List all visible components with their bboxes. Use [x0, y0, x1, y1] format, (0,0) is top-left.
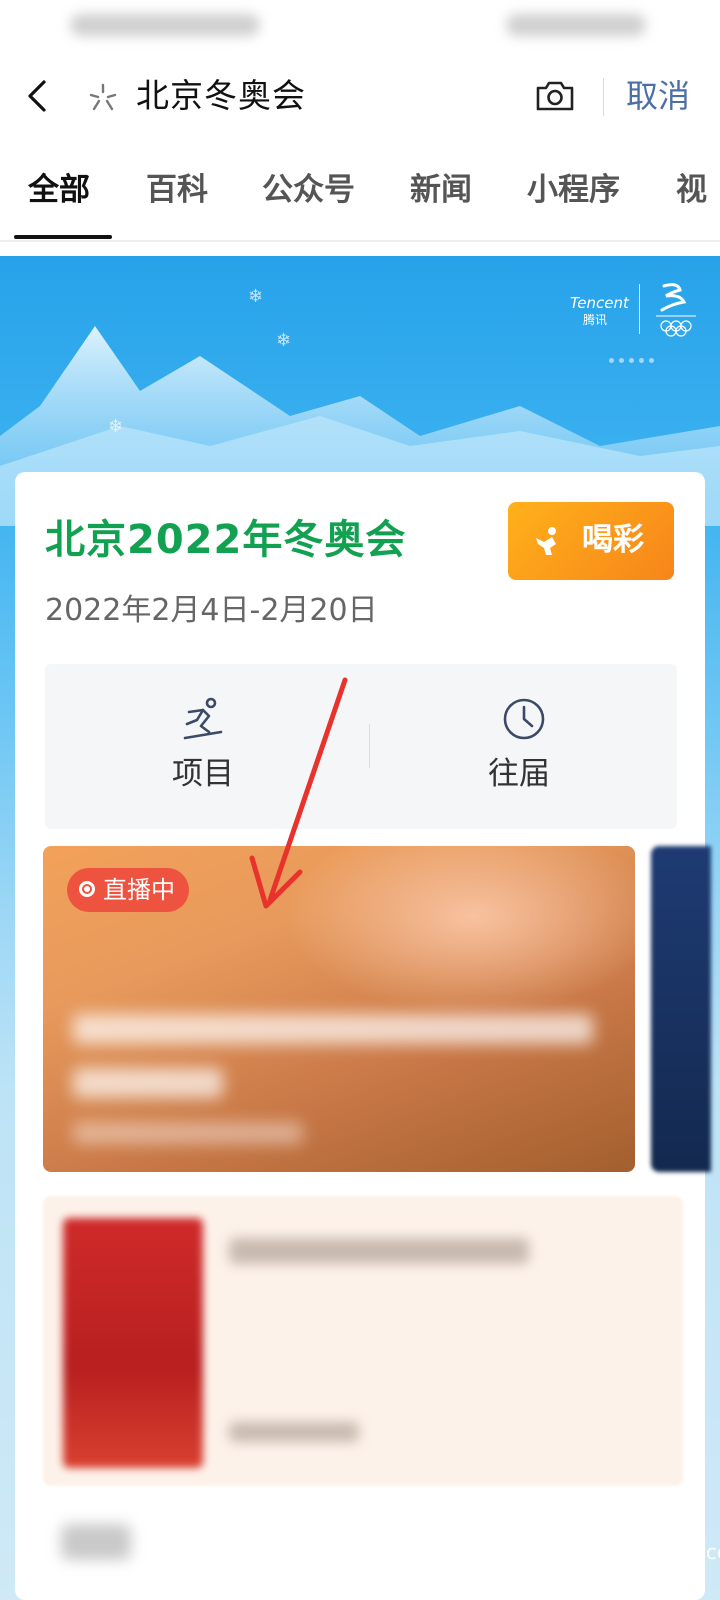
header-divider: [603, 78, 604, 116]
snowflake-decoration: ❄: [248, 286, 264, 307]
event-title: 北京2022年冬奥会: [45, 517, 407, 563]
banner-page-dots: [609, 348, 659, 367]
section-label-blurred: [61, 1524, 131, 1560]
live-badge: 直播中: [67, 868, 189, 912]
live-record-icon: [79, 881, 95, 897]
next-card-peek[interactable]: [651, 846, 711, 1172]
live-card-glow: [283, 846, 635, 1016]
quick-link-label: 项目: [172, 756, 234, 792]
search-tab-bar: 全部 百科 公众号 新闻 小程序 视: [0, 142, 720, 242]
active-tab-indicator: [14, 235, 112, 239]
status-right-info: [506, 14, 646, 36]
tab-official-accounts[interactable]: 公众号: [262, 168, 355, 212]
back-icon[interactable]: [20, 76, 56, 116]
snowflake-decoration: ❄: [276, 330, 292, 351]
camera-icon[interactable]: [534, 78, 576, 114]
skier-icon: [183, 697, 223, 740]
tencent-logo: Tencent: [570, 294, 629, 312]
quick-links: 项目 往届: [45, 664, 677, 829]
cheer-button[interactable]: 喝彩: [508, 502, 674, 580]
tab-divider: [0, 240, 720, 242]
baidu-watermark-text: 经验: [636, 1502, 689, 1532]
live-badge-label: 直播中: [103, 876, 175, 904]
quick-link-past-games[interactable]: 往届: [361, 664, 677, 829]
status-left-info: [70, 14, 260, 36]
live-card-title-blurred: [73, 1068, 223, 1098]
snowflake-decoration: ❄: [108, 416, 124, 437]
tencent-logo-cn: 腾讯: [583, 313, 608, 327]
tab-encyclopedia[interactable]: 百科: [146, 168, 208, 212]
news-thumbnail: [63, 1218, 203, 1468]
tab-video[interactable]: 视: [676, 168, 707, 212]
news-meta-blurred: [229, 1422, 359, 1442]
cheer-label: 喝彩: [582, 522, 644, 558]
news-title-blurred: [229, 1238, 529, 1264]
live-card-title-blurred: [73, 1014, 593, 1044]
search-query-input[interactable]: 北京冬奥会: [136, 74, 306, 118]
tab-mini-programs[interactable]: 小程序: [527, 168, 620, 212]
event-card: 北京2022年冬奥会 喝彩 2022年2月4日-2月20日 项目 往届 直播中: [15, 472, 711, 1600]
baidu-watermark-logo: Baidu: [546, 1492, 643, 1527]
baidu-watermark-url: jingyan.baidu.com: [564, 1540, 720, 1564]
status-bar: [0, 0, 720, 50]
brand-divider: [639, 284, 640, 334]
search-header: 北京冬奥会 取消: [0, 50, 720, 143]
live-stream-card[interactable]: 直播中: [43, 846, 635, 1172]
clock-icon: [503, 698, 545, 740]
cancel-button[interactable]: 取消: [626, 74, 690, 118]
beijing-2022-emblem-icon: [656, 283, 696, 337]
quick-link-events[interactable]: 项目: [45, 664, 361, 829]
news-card[interactable]: [43, 1196, 683, 1486]
search-sparkle-icon: [89, 83, 117, 111]
live-card-meta-blurred: [73, 1122, 303, 1144]
cheer-icon: [536, 527, 556, 555]
tab-news[interactable]: 新闻: [410, 168, 472, 212]
quick-link-label: 往届: [488, 756, 550, 792]
event-dates: 2022年2月4日-2月20日: [45, 593, 378, 628]
tab-all[interactable]: 全部: [28, 168, 90, 212]
